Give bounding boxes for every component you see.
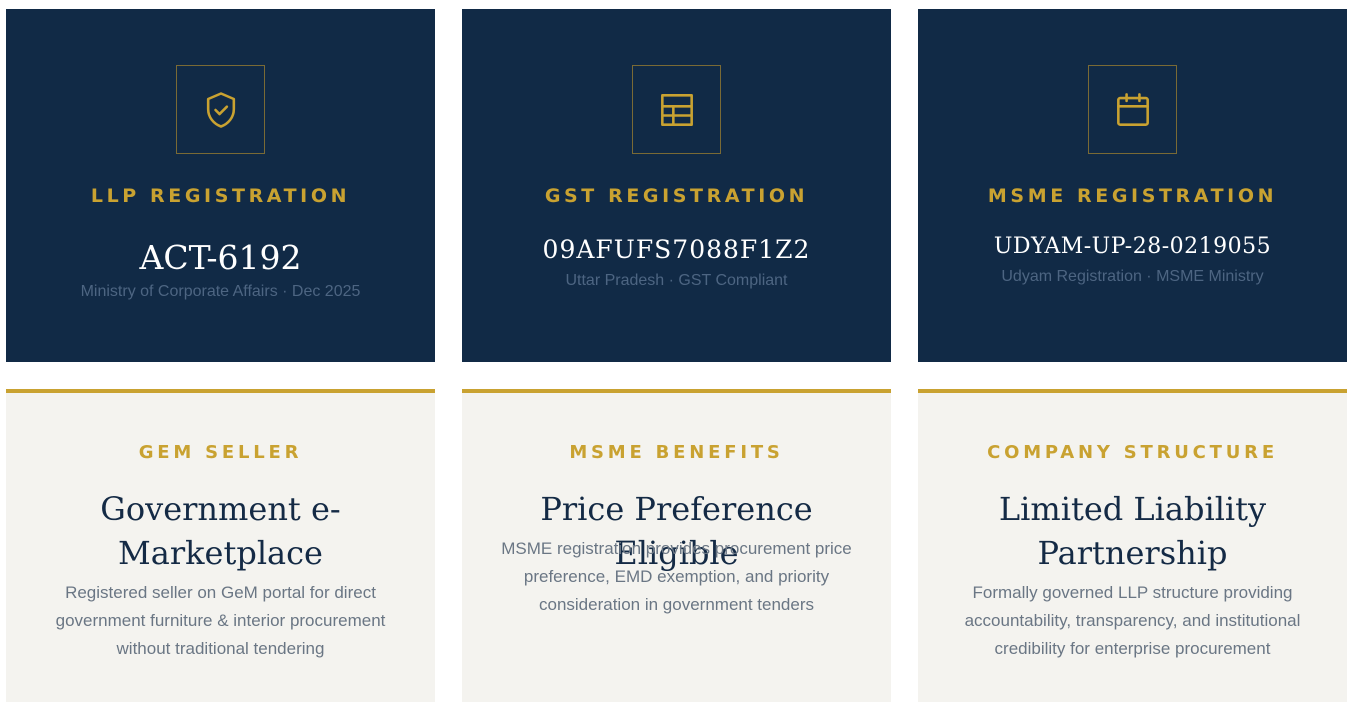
msme-registration-sub: Udyam Registration · MSME Ministry <box>1001 268 1264 285</box>
icon-frame <box>632 65 721 154</box>
msme-registration-heading: MSME REGISTRATION <box>987 185 1278 207</box>
gst-registration-sub: Uttar Pradesh · GST Compliant <box>565 272 788 289</box>
msme-registration-card: MSME REGISTRATION UDYAM-UP-28-0219055 Ud… <box>918 9 1347 362</box>
company-structure-description: Formally governed LLP structure providin… <box>964 583 1301 658</box>
msme-benefits-description: MSME registration provides procurement p… <box>501 539 852 614</box>
company-structure-title: Limited Liability Partnership <box>998 490 1267 572</box>
icon-frame <box>176 65 265 154</box>
company-structure-card: COMPANY STRUCTURE Limited Liability Part… <box>918 389 1347 702</box>
gst-registration-heading: GST REGISTRATION <box>544 185 809 207</box>
shield-check-icon <box>206 91 235 128</box>
gst-registration-card: GST REGISTRATION 09AFUFS7088F1Z2 Uttar P… <box>462 9 891 362</box>
llp-registration-heading: LLP REGISTRATION <box>90 185 351 207</box>
msme-registration-number: UDYAM-UP-28-0219055 <box>993 234 1272 259</box>
gem-seller-description: Registered seller on GeM portal for dire… <box>55 583 386 658</box>
msme-benefits-card: MSME BENEFITS Price Preference Eligible … <box>462 389 891 702</box>
company-structure-heading: COMPANY STRUCTURE <box>987 442 1278 463</box>
gem-seller-title: Government e-Marketplace <box>100 490 341 572</box>
gst-registration-number: 09AFUFS7088F1Z2 <box>542 235 811 264</box>
llp-registration-sub: Ministry of Corporate Affairs · Dec 2025 <box>80 283 361 300</box>
gem-seller-heading: GEM SELLER <box>138 442 303 463</box>
icon-frame <box>1088 65 1177 154</box>
gem-seller-card: GEM SELLER Government e-Marketplace Regi… <box>6 389 435 702</box>
llp-registration-number: ACT-6192 <box>139 238 302 277</box>
llp-registration-card: LLP REGISTRATION ACT-6192 Ministry of Co… <box>6 9 435 362</box>
msme-benefits-heading: MSME BENEFITS <box>569 442 784 463</box>
table-grid-icon <box>660 93 693 126</box>
calendar-icon <box>1116 92 1149 126</box>
